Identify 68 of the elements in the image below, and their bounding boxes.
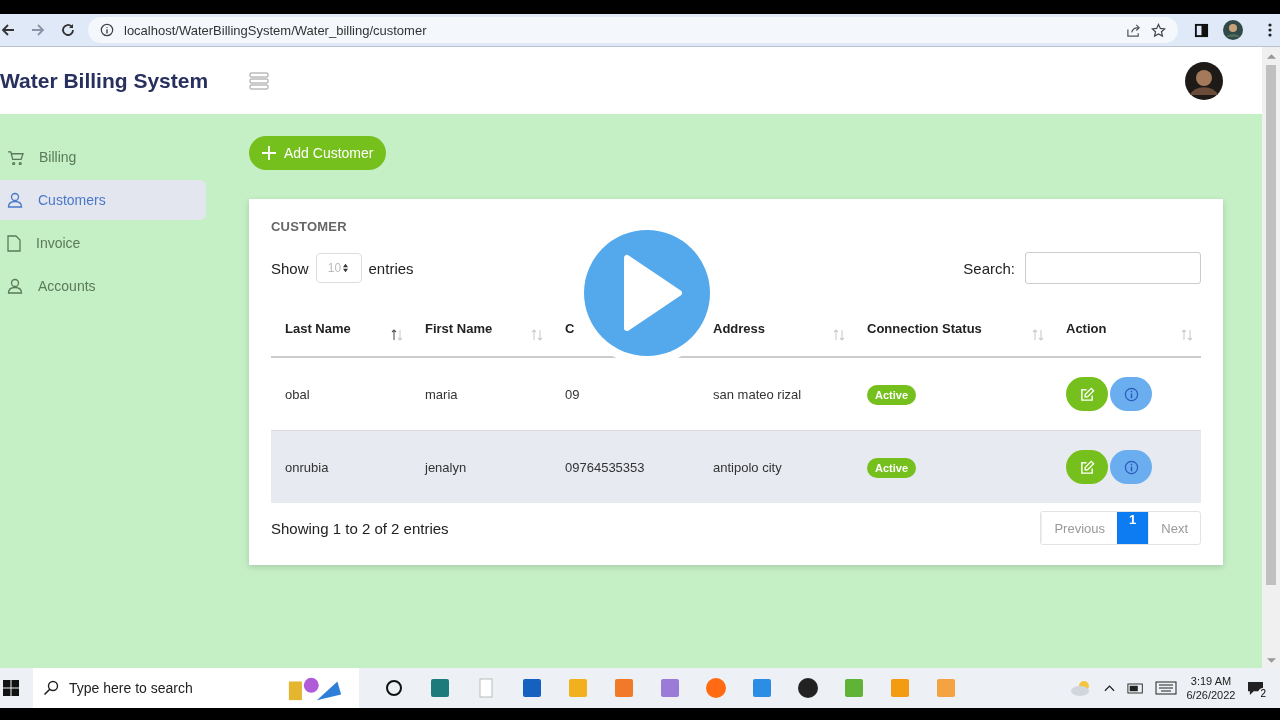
scroll-up-icon[interactable] bbox=[1266, 53, 1276, 59]
info-button[interactable] bbox=[1110, 450, 1152, 484]
clock-date[interactable]: 6/26/2022 bbox=[1186, 689, 1236, 701]
table-cell: 09764535353 bbox=[565, 459, 645, 475]
column-header[interactable]: Last Name bbox=[285, 320, 351, 336]
share-icon[interactable] bbox=[1126, 22, 1141, 38]
info-button[interactable] bbox=[1110, 377, 1152, 411]
status-badge: Active bbox=[867, 457, 917, 478]
notification-button[interactable]: 2 bbox=[1247, 677, 1268, 699]
table-cell: maria bbox=[425, 386, 458, 402]
taskbar-app-icon[interactable] bbox=[797, 677, 819, 699]
table-cell: antipolo city bbox=[713, 459, 782, 475]
notification-icon bbox=[1247, 680, 1265, 696]
taskbar-search-field[interactable]: Type here to search bbox=[33, 668, 359, 708]
select-arrows-icon bbox=[342, 263, 350, 273]
side-panel-icon[interactable] bbox=[1194, 22, 1209, 38]
table-cell: onrubia bbox=[285, 459, 329, 475]
sidebar-item[interactable]: Customers bbox=[0, 180, 206, 220]
info-icon bbox=[1123, 459, 1139, 475]
table-cell: jenalyn bbox=[425, 459, 467, 475]
menu-icon[interactable] bbox=[1267, 22, 1273, 38]
pagination-button[interactable]: 1 bbox=[1117, 512, 1149, 544]
forward-icon[interactable] bbox=[30, 22, 46, 38]
entries-label: entries bbox=[368, 259, 414, 277]
sidebar-item[interactable]: Accounts bbox=[0, 266, 206, 306]
sidebar-item[interactable]: Invoice bbox=[0, 223, 206, 263]
search-field[interactable] bbox=[1025, 252, 1201, 284]
person-icon bbox=[7, 278, 23, 294]
status-badge: Active bbox=[867, 384, 917, 405]
app-title: Water Billing System bbox=[0, 68, 210, 93]
scroll-down-icon[interactable] bbox=[1266, 658, 1276, 664]
column-header[interactable]: Address bbox=[713, 320, 766, 336]
entries-info: Showing 1 to 2 of 2 entries bbox=[271, 519, 449, 537]
reload-icon[interactable] bbox=[60, 22, 76, 38]
person-icon bbox=[7, 192, 23, 208]
column-header[interactable]: Connection Status bbox=[867, 320, 982, 336]
table-cell: san mateo rizal bbox=[713, 386, 802, 402]
card-title: CUSTOMER bbox=[271, 219, 348, 234]
scrollbar-thumb[interactable] bbox=[1266, 65, 1276, 585]
edit-icon bbox=[1079, 386, 1095, 402]
back-icon[interactable] bbox=[0, 22, 16, 38]
column-header[interactable]: First Name bbox=[425, 320, 493, 336]
plus-icon bbox=[262, 146, 276, 160]
sidebar-item[interactable]: Billing bbox=[0, 137, 206, 177]
sort-icon[interactable] bbox=[391, 329, 403, 341]
file-icon bbox=[7, 234, 21, 252]
table-cell: 09 bbox=[565, 386, 580, 402]
taskbar-app-icon[interactable] bbox=[383, 677, 405, 699]
clock-time[interactable]: 3:19 AM bbox=[1190, 675, 1232, 687]
column-header[interactable]: Action bbox=[1066, 320, 1107, 336]
battery-icon[interactable] bbox=[1126, 682, 1145, 694]
address-bar[interactable]: localhost/WaterBillingSystem/Water_billing/customer bbox=[88, 17, 1178, 43]
info-icon bbox=[100, 23, 114, 37]
cart-icon bbox=[7, 149, 24, 165]
windows-start-icon[interactable] bbox=[3, 680, 19, 696]
edit-icon bbox=[1079, 459, 1095, 475]
star-icon[interactable] bbox=[1151, 22, 1166, 38]
search-label: Search: bbox=[963, 259, 1015, 277]
avatar-icon[interactable] bbox=[1185, 61, 1223, 100]
chevron-up-icon[interactable] bbox=[1103, 684, 1115, 692]
search-icon bbox=[43, 680, 59, 696]
profile-icon[interactable] bbox=[1223, 20, 1243, 40]
show-label: Show bbox=[271, 259, 309, 277]
table-cell: obal bbox=[285, 386, 310, 402]
edit-button[interactable] bbox=[1066, 450, 1108, 484]
info-icon bbox=[1123, 386, 1139, 402]
keyboard-icon[interactable] bbox=[1154, 681, 1177, 695]
column-header[interactable]: C bbox=[565, 320, 575, 336]
